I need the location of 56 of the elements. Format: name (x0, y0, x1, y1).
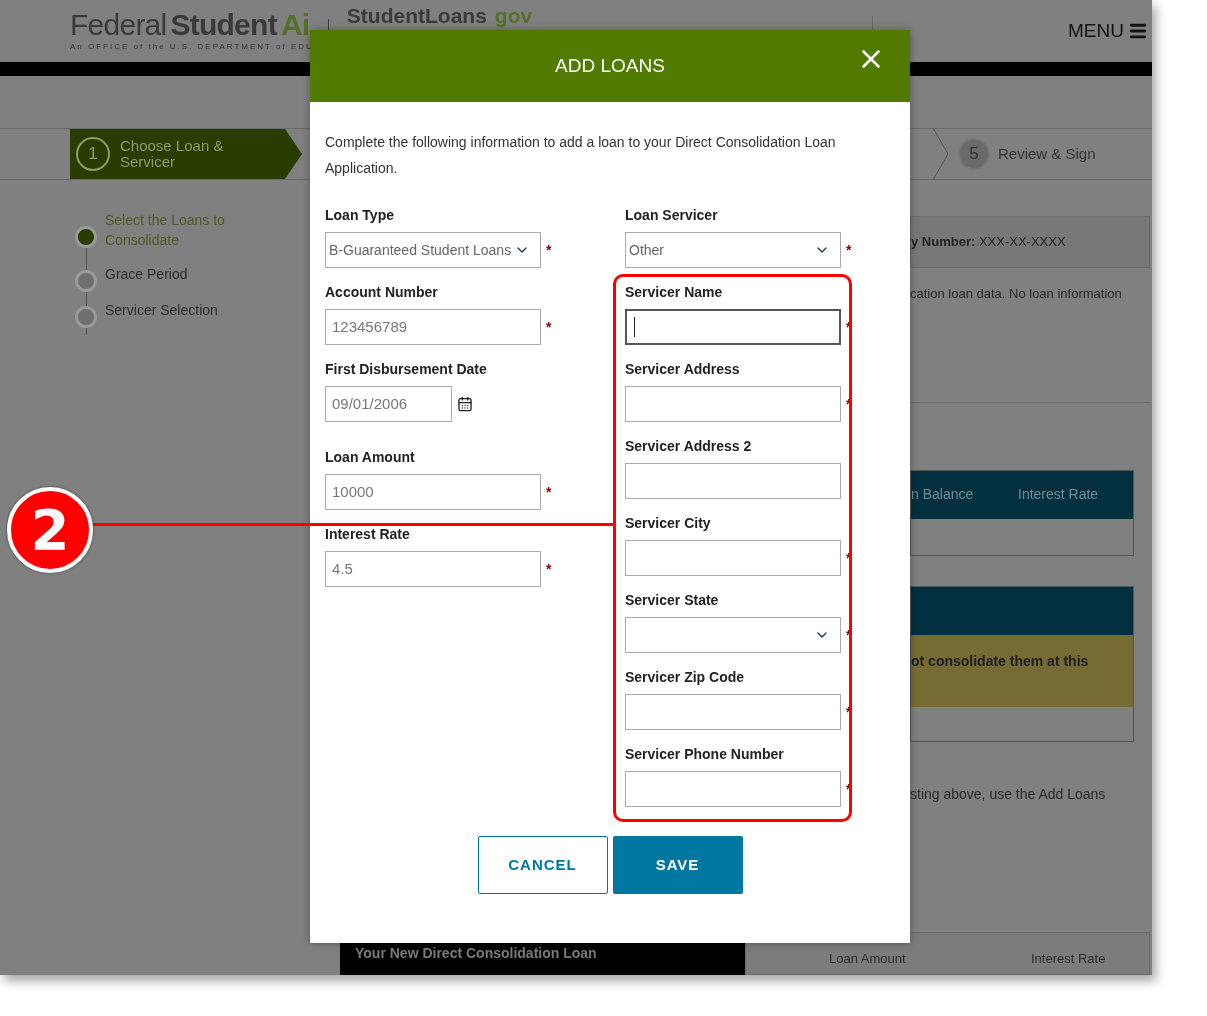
select-field[interactable]: Other (625, 232, 841, 268)
field-label: First Disbursement Date (325, 361, 487, 378)
field-label: Interest Rate (325, 526, 410, 543)
menu-button[interactable]: MENU (1068, 16, 1148, 46)
brand-word: Ai (280, 9, 310, 41)
input-field[interactable]: 123456789 (325, 309, 541, 345)
brand-word: Student (170, 9, 277, 41)
field-label: Servicer Address 2 (625, 438, 752, 455)
column-header: n Balance (911, 485, 975, 504)
input-field[interactable] (625, 463, 841, 499)
select-value: Other (629, 240, 664, 260)
required-mark: * (846, 240, 852, 260)
notice-text: cation loan data. No loan information (910, 285, 1123, 303)
calendar-icon[interactable] (457, 396, 473, 412)
field-label: Servicer Zip Code (625, 669, 745, 686)
column-header: Interest Rate (1018, 485, 1099, 504)
menu-icon (1128, 21, 1148, 41)
field-label: Servicer Name (625, 284, 723, 301)
field-label: Servicer Address (625, 361, 740, 378)
select-value: B-Guaranteed Student Loans (329, 240, 512, 260)
site-suffix: gov (494, 4, 533, 28)
chevron-divider-icon (932, 128, 950, 180)
info-panel: y Number: XXX-XX-XXXX (910, 216, 1150, 268)
hint-text: sting above, use the Add Loans (910, 784, 1107, 804)
input-field[interactable]: 10000 (325, 474, 541, 510)
required-mark: * (546, 317, 552, 337)
input-field[interactable] (625, 694, 841, 730)
input-field[interactable] (625, 771, 841, 807)
input-field[interactable]: 09/01/2006 (325, 386, 452, 422)
input-field[interactable] (625, 386, 841, 422)
alert-banner: ot consolidate them at this (911, 634, 1133, 707)
dialog-description: Complete the following information to add a loan to your Direct Consolidation Loan Application. (325, 133, 837, 178)
dialog-title: ADD LOANS (555, 53, 665, 78)
select-field[interactable]: B-Guaranteed Student Loans (325, 232, 541, 268)
substep-label[interactable]: Servicer Selection (105, 300, 235, 320)
required-mark: * (546, 482, 552, 502)
field-label: Account Number (325, 284, 438, 301)
input-field[interactable] (625, 540, 841, 576)
step-tab[interactable]: 1 Choose Loan & Servicer (70, 129, 302, 179)
required-mark: * (546, 559, 552, 579)
site-name: StudentLoans (346, 4, 487, 28)
required-mark: * (546, 240, 552, 260)
cancel-button[interactable]: CANCEL (477, 836, 608, 894)
substep-label[interactable]: Grace Period (105, 264, 235, 284)
input-field[interactable]: 4.5 (325, 551, 541, 587)
field-label: Loan Type (325, 207, 394, 224)
field-label: Servicer State (625, 592, 719, 609)
select-field[interactable] (625, 617, 841, 653)
text-cursor (634, 317, 635, 337)
input-field[interactable] (625, 309, 841, 345)
save-button[interactable]: SAVE (612, 836, 743, 894)
brand-word: Federal (70, 9, 167, 41)
field-label: Loan Amount (325, 449, 415, 466)
field-label: Servicer City (625, 515, 711, 532)
field-label: Servicer Phone Number (625, 746, 784, 763)
field-label: Loan Servicer (625, 207, 718, 224)
